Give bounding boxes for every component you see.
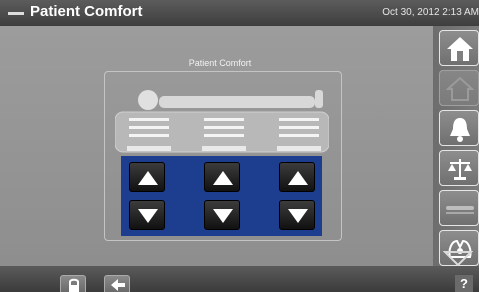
down-arrow-icon — [213, 209, 233, 223]
panel-title: Patient Comfort — [188, 58, 252, 68]
seat-up-button[interactable] — [204, 162, 240, 192]
main-content: Patient Comfort — [0, 26, 433, 266]
comfort-panel — [104, 71, 342, 241]
bed-flat-icon — [446, 206, 474, 214]
up-arrow-icon — [213, 171, 233, 185]
up-arrow-icon — [138, 171, 158, 185]
down-arrow-icon — [288, 209, 308, 223]
bell-icon — [450, 118, 470, 142]
lock-button[interactable] — [60, 275, 86, 292]
comfort-controls — [121, 156, 322, 236]
head-down-button[interactable] — [129, 200, 165, 230]
foot-up-button[interactable] — [279, 162, 315, 192]
foot-down-button[interactable] — [279, 200, 315, 230]
sidebar-item-alarms[interactable] — [439, 110, 479, 146]
footer-bar: ? — [0, 266, 479, 292]
page-title: Patient Comfort — [30, 3, 143, 20]
head-up-button[interactable] — [129, 162, 165, 192]
home-outline-icon — [446, 76, 474, 101]
menu-dash-icon[interactable] — [8, 12, 24, 15]
sidebar-item-home-disabled — [439, 70, 479, 106]
sidebar-item-scale[interactable] — [439, 150, 479, 186]
datetime-display: Oct 30, 2012 2:13 AM — [382, 7, 479, 18]
scale-icon — [448, 159, 472, 180]
scroll-down-arrow-icon[interactable] — [443, 250, 473, 266]
lock-icon — [69, 278, 79, 292]
back-button[interactable] — [104, 275, 130, 292]
header-bar: Patient Comfort Oct 30, 2012 2:13 AM — [0, 0, 479, 26]
sidebar-item-home[interactable] — [439, 30, 479, 66]
back-arrow-icon — [111, 279, 125, 291]
help-button[interactable]: ? — [455, 275, 473, 292]
sidebar-item-bed[interactable] — [439, 190, 479, 226]
home-icon — [447, 37, 473, 61]
sidebar-nav — [433, 26, 479, 266]
up-arrow-icon — [288, 171, 308, 185]
down-arrow-icon — [138, 209, 158, 223]
seat-down-button[interactable] — [204, 200, 240, 230]
